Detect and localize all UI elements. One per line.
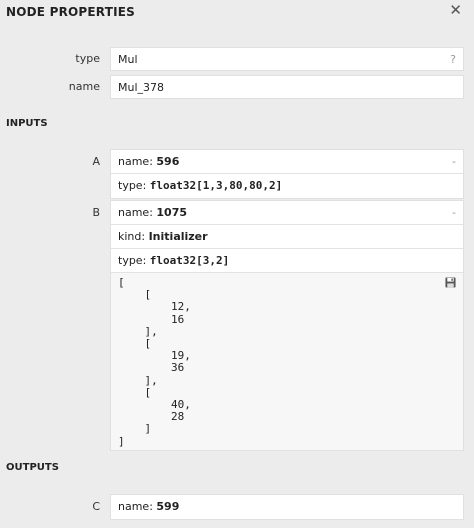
input-a-name-key: name: <box>118 155 157 168</box>
input-b-type-row: type: float32[3,2] <box>111 249 463 273</box>
input-b-tensor-value: [ [ 12, 16 ], [ 19, 36 ], [ 40, 28 ] ] <box>111 273 463 450</box>
output-c-name-key: name: <box>118 500 157 513</box>
input-b-name-value: 1075 <box>156 206 188 219</box>
outputs-section-title: OUTPUTS <box>6 462 59 473</box>
close-icon[interactable]: ✕ <box>449 1 462 19</box>
input-a-name-value: 596 <box>156 155 180 168</box>
input-a-type-key: type: <box>118 179 150 192</box>
input-a-toggle[interactable]: - <box>452 150 456 174</box>
input-b-name-key: name: <box>118 206 157 219</box>
input-b-kind-row: kind: Initializer <box>111 225 463 249</box>
panel-title: NODE PROPERTIES <box>6 5 135 19</box>
input-b-label: B <box>92 206 100 219</box>
inputs-section-title: INPUTS <box>6 118 48 129</box>
input-b-box: name: 1075 - kind: Initializer type: flo… <box>110 200 464 451</box>
type-label: type <box>75 52 100 65</box>
output-c-name-row: name: 599 <box>111 495 463 519</box>
input-b-type-value: float32[3,2] <box>149 254 230 267</box>
input-b-kind-value: Initializer <box>148 230 208 243</box>
input-a-label: A <box>92 155 100 168</box>
input-a-type-row: type: float32[1,3,80,80,2] <box>111 174 463 198</box>
output-c-name-value: 599 <box>156 500 180 513</box>
name-field[interactable]: Mul_378 <box>110 75 464 99</box>
input-b-type-key: type: <box>118 254 150 267</box>
input-b-toggle[interactable]: - <box>452 201 456 225</box>
output-c-box: name: 599 <box>110 494 464 520</box>
output-c-label: C <box>92 500 100 513</box>
input-a-type-value: float32[1,3,80,80,2] <box>149 179 283 192</box>
input-b-kind-key: kind: <box>118 230 149 243</box>
name-label: name <box>68 80 100 93</box>
name-value: Mul_378 <box>118 81 165 94</box>
type-value: Mul <box>118 53 138 66</box>
type-field[interactable]: Mul ? <box>110 47 464 71</box>
input-a-box: name: 596 - type: float32[1,3,80,80,2] <box>110 149 464 199</box>
help-icon[interactable]: ? <box>450 48 456 72</box>
input-b-tensor-text: [ [ 12, 16 ], [ 19, 36 ], [ 40, 28 ] ] <box>118 276 191 448</box>
input-b-name-row: name: 1075 - <box>111 201 463 225</box>
save-icon[interactable] <box>445 277 456 288</box>
input-a-name-row: name: 596 - <box>111 150 463 174</box>
